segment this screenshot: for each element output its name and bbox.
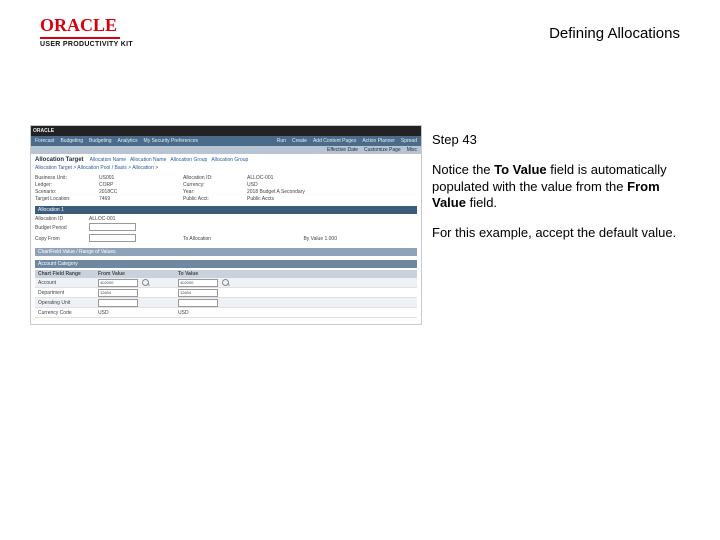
- step-label: Step 43: [432, 132, 687, 148]
- pool-label: Copy From: [35, 236, 85, 242]
- subnav-item[interactable]: Customize Page: [364, 147, 401, 153]
- kv-value: US001: [99, 175, 179, 181]
- table-row: Currency Code USD USD: [35, 308, 417, 318]
- to-value-input[interactable]: 402000: [178, 279, 218, 287]
- by-value-text: By Value 1.000: [247, 236, 337, 242]
- table-header: Chart Field Range From Value To Value: [35, 270, 417, 278]
- nav-item[interactable]: Action Planner: [362, 138, 395, 144]
- row-field: Account: [38, 280, 98, 286]
- to-value-input[interactable]: [178, 299, 218, 307]
- kv-label: Business Unit:: [35, 175, 95, 181]
- app-body: Allocation Target Allocation Name Alloca…: [31, 154, 421, 324]
- row-from: USD: [98, 310, 178, 316]
- nav-item[interactable]: Create: [292, 138, 307, 144]
- from-value-input[interactable]: [98, 299, 138, 307]
- nav-item[interactable]: Forecast: [35, 138, 54, 144]
- instruction-paragraph-2: For this example, accept the default val…: [432, 225, 687, 241]
- section-title: Allocation Target: [35, 157, 84, 163]
- table-row: Account 402000 402000: [35, 278, 417, 288]
- subnav-item[interactable]: Effective Date: [327, 147, 358, 153]
- kv-value: CORP: [99, 182, 179, 188]
- nav-item[interactable]: Analytics: [118, 138, 138, 144]
- link[interactable]: Allocation Group: [211, 157, 248, 163]
- link[interactable]: Allocation Name: [130, 157, 166, 163]
- kv-value: 7469: [99, 196, 179, 202]
- nav-item[interactable]: Run: [277, 138, 286, 144]
- page-title: Defining Allocations: [549, 25, 680, 42]
- section-links: Allocation Name Allocation Name Allocati…: [90, 157, 249, 163]
- pool-label: Allocation ID: [35, 216, 85, 222]
- kv-value: 2018CC: [99, 189, 179, 195]
- kv-value: 2018 Budget A Secondary: [247, 189, 327, 195]
- col-from-value: From Value: [98, 271, 178, 277]
- pool-label: To Allocation: [183, 236, 243, 242]
- chartfield-section-bar: ChartField Value / Range of Values: [35, 248, 417, 256]
- logo-word: ORACLE: [40, 15, 133, 36]
- nav-item[interactable]: My Security Preferences: [144, 138, 198, 144]
- header-fields: Business Unit: US001 Allocation ID: ALLOC-…: [35, 175, 417, 202]
- pool-label: Budget Period: [35, 225, 85, 231]
- account-category-bar: Account Category: [35, 260, 417, 268]
- instruction-panel: Step 43 Notice the To Value field is aut…: [432, 132, 687, 255]
- row-to: USD: [178, 310, 258, 316]
- nav-item[interactable]: Budgeting: [60, 138, 83, 144]
- col-to-value: To Value: [178, 271, 258, 277]
- from-value-input[interactable]: 12604: [98, 289, 138, 297]
- col-chartfield: Chart Field Range: [38, 271, 98, 277]
- allocation-section-bar: Allocation 1: [35, 206, 417, 214]
- copy-from-input[interactable]: [89, 234, 136, 242]
- kv-label: Year:: [183, 189, 243, 195]
- oracle-logo: ORACLE USER PRODUCTIVITY KIT: [40, 15, 133, 48]
- chartfield-table: Chart Field Range From Value To Value Ac…: [35, 270, 417, 318]
- app-nav-bar: Forecast Budgeting Budgeting Analytics M…: [31, 136, 421, 146]
- kv-label: Currency:: [183, 182, 243, 188]
- pool-value: ALLOC-001: [89, 216, 179, 222]
- nav-item[interactable]: Spread: [401, 138, 417, 144]
- logo-underline: [40, 37, 120, 39]
- breadcrumb: Allocation Target > Allocation Pool / Ba…: [35, 165, 417, 171]
- lookup-icon[interactable]: [222, 279, 229, 286]
- nav-item[interactable]: Budgeting: [89, 138, 112, 144]
- app-brand: ORACLE: [33, 128, 54, 134]
- app-subnav: Effective Date Customize Page Misc: [31, 146, 421, 154]
- kv-value: Public Accts: [247, 196, 327, 202]
- kv-value: USD: [247, 182, 327, 188]
- kv-label: Target Location:: [35, 196, 95, 202]
- instruction-paragraph-1: Notice the To Value field is automatical…: [432, 162, 687, 211]
- kv-label: Allocation ID:: [183, 175, 243, 181]
- kv-label: Ledger:: [35, 182, 95, 188]
- link[interactable]: Allocation Group: [170, 157, 207, 163]
- app-top-bar: ORACLE: [31, 126, 421, 136]
- app-screenshot: ORACLE Forecast Budgeting Budgeting Anal…: [30, 125, 422, 325]
- to-value-input[interactable]: 12604: [178, 289, 218, 297]
- allocation-pool: Allocation ID ALLOC-001 Budget Period Cop…: [35, 216, 417, 244]
- kv-value: ALLOC-001: [247, 175, 327, 181]
- budget-period-input[interactable]: [89, 223, 136, 231]
- logo-subtitle: USER PRODUCTIVITY KIT: [40, 41, 133, 48]
- nav-item[interactable]: Add Content Pages: [313, 138, 356, 144]
- row-field: Currency Code: [38, 310, 98, 316]
- from-value-input[interactable]: 402000: [98, 279, 138, 287]
- lookup-icon[interactable]: [142, 279, 149, 286]
- subnav-item[interactable]: Misc: [407, 147, 417, 153]
- kv-label: Scenario:: [35, 189, 95, 195]
- table-row: Operating Unit: [35, 298, 417, 308]
- table-row: Department 12604 12604: [35, 288, 417, 298]
- kv-label: Public Acct:: [183, 196, 243, 202]
- row-field: Department: [38, 290, 98, 296]
- row-field: Operating Unit: [38, 300, 98, 306]
- link[interactable]: Allocation Name: [90, 157, 126, 163]
